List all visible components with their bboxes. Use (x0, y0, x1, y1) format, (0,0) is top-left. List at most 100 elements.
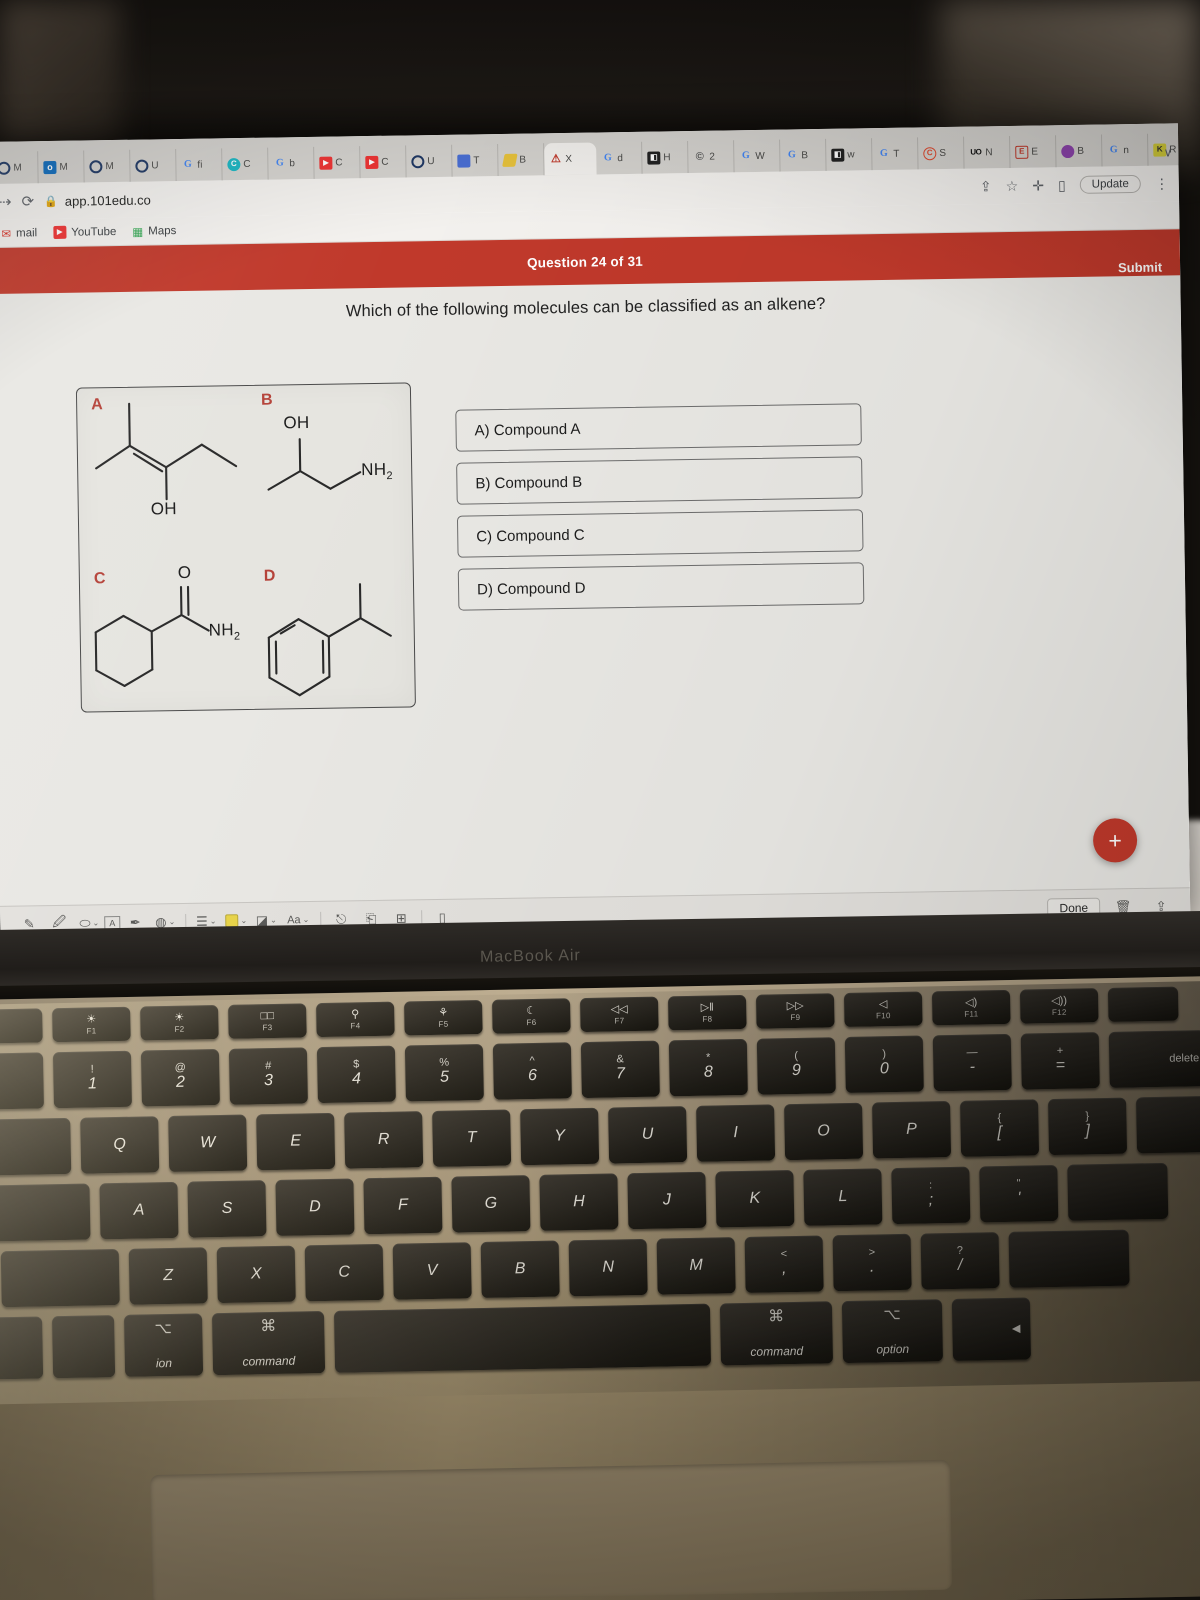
extensions-icon[interactable]: ✛ (1032, 177, 1044, 194)
key-semicolon[interactable]: :; (891, 1166, 971, 1225)
key-f4[interactable]: ⚲ F4 (316, 1001, 395, 1038)
key-arrow-left[interactable]: ◀ (951, 1297, 1032, 1362)
update-button[interactable]: Update (1079, 174, 1141, 194)
browser-tab[interactable]: CS (918, 136, 965, 170)
chrome-menu-icon[interactable]: ⋮ (1155, 175, 1169, 192)
key-5[interactable]: % 5 (404, 1043, 484, 1102)
key-f8[interactable]: ▷‖ F8 (667, 994, 747, 1031)
key-w[interactable]: W (168, 1114, 248, 1173)
key-tab[interactable] (0, 1117, 72, 1176)
browser-tab[interactable]: ▶ C (360, 145, 407, 179)
key-f2[interactable]: ☀ F2 (140, 1005, 219, 1041)
key-0[interactable]: ) 0 (844, 1035, 924, 1094)
key-a[interactable]: A (99, 1181, 179, 1240)
key-z[interactable]: Z (128, 1247, 208, 1305)
browser-tab[interactable]: ◧ w (826, 138, 873, 171)
key-f11[interactable]: ◁) F11 (931, 989, 1011, 1026)
key-8[interactable]: * 8 (668, 1038, 748, 1097)
browser-tab[interactable]: T (452, 143, 499, 177)
answer-option-b[interactable]: B) Compound B (456, 456, 863, 505)
key-capslock[interactable] (0, 1183, 91, 1242)
browser-tab[interactable]: U (130, 149, 177, 182)
key-f10[interactable]: ◁ F10 (843, 991, 923, 1028)
browser-tab[interactable]: B (1056, 134, 1103, 168)
key-f12[interactable]: ◁)) F12 (1019, 988, 1099, 1024)
browser-tab[interactable]: Gfi (176, 148, 223, 182)
chevron-down-icon[interactable]: ⌄ (303, 915, 310, 924)
key-shift-right[interactable] (1008, 1229, 1130, 1288)
key-bracket-left[interactable]: {[ (960, 1099, 1040, 1157)
key-u[interactable]: U (608, 1106, 688, 1164)
key-i[interactable]: I (696, 1104, 776, 1162)
browser-tab[interactable]: GW (734, 139, 781, 173)
add-button-fab[interactable]: + (1092, 818, 1138, 863)
key-period[interactable]: >. (832, 1233, 912, 1292)
key-h[interactable]: H (539, 1173, 619, 1231)
key-f3[interactable]: □□ F3 (228, 1003, 307, 1039)
key-b[interactable]: B (480, 1240, 560, 1299)
answer-option-a[interactable]: A) Compound A (455, 403, 862, 452)
bookmark-gmail[interactable]: ✉ mail (1, 226, 37, 241)
key-c[interactable]: C (304, 1243, 384, 1302)
key-quote[interactable]: " ' (979, 1164, 1059, 1223)
tab-search-chevron-icon[interactable]: ∨ (1163, 145, 1172, 159)
browser-tab[interactable]: M (0, 151, 39, 184)
browser-tab[interactable]: Gd (596, 141, 643, 175)
key-bracket-right[interactable]: }] (1048, 1097, 1128, 1156)
browser-tab[interactable]: B (498, 143, 545, 176)
browser-tab[interactable]: CC (222, 147, 269, 181)
key-9[interactable]: (9 (756, 1037, 836, 1095)
key-esc[interactable] (0, 1008, 43, 1044)
key-n[interactable]: N (568, 1238, 648, 1297)
key-slash[interactable]: ? / (920, 1232, 1000, 1290)
chevron-down-icon[interactable]: ⌄ (169, 917, 176, 926)
key-d[interactable]: D (275, 1178, 355, 1236)
key-delete[interactable]: delete (1108, 1030, 1200, 1088)
chevron-down-icon[interactable]: ⌄ (210, 917, 217, 926)
reload-icon[interactable]: ⟳ (21, 192, 34, 210)
key-g[interactable]: G (451, 1175, 531, 1233)
sidepanel-icon[interactable]: ▯ (1058, 177, 1066, 194)
key-comma[interactable]: <, (744, 1235, 824, 1293)
key-touchid[interactable] (1107, 986, 1179, 1022)
browser-tab[interactable]: EE (1010, 135, 1057, 168)
key-e[interactable]: E (256, 1112, 336, 1171)
browser-tab-active[interactable]: ⚠ X (544, 142, 597, 176)
key-command-right[interactable]: ⌘ command (719, 1301, 834, 1366)
key-v[interactable]: V (392, 1242, 472, 1300)
key-y[interactable]: Y (520, 1107, 600, 1166)
key-f6[interactable]: ☾ F6 (491, 998, 571, 1034)
star-icon[interactable]: ☆ (1006, 177, 1019, 194)
key-o[interactable]: O (784, 1102, 864, 1161)
key-p[interactable]: P (872, 1101, 952, 1159)
browser-tab[interactable]: © 2 (688, 140, 735, 173)
browser-tab[interactable]: Gn (1102, 133, 1149, 167)
key-backslash[interactable] (1135, 1095, 1200, 1154)
key-q[interactable]: Q (80, 1116, 160, 1174)
key-s[interactable]: S (187, 1180, 267, 1238)
key-6[interactable]: ^ 6 (492, 1042, 572, 1100)
trackpad[interactable] (150, 1459, 953, 1600)
key-control[interactable] (51, 1315, 116, 1379)
key-command-left[interactable]: ⌘ command (211, 1311, 326, 1376)
key-l[interactable]: L (803, 1168, 883, 1226)
back-arrow-icon[interactable]: ⇢ (0, 193, 12, 211)
bookmark-youtube[interactable]: ▶ YouTube (53, 225, 116, 239)
bookmark-maps[interactable]: ▦ Maps (132, 224, 176, 239)
key-j[interactable]: J (627, 1171, 707, 1230)
key-3[interactable]: #3 (228, 1047, 308, 1105)
key-backtick[interactable] (0, 1052, 45, 1110)
browser-tab[interactable]: GB (780, 138, 827, 172)
browser-tab[interactable]: U (406, 144, 453, 178)
browser-tab[interactable]: GT (872, 137, 919, 171)
key-minus[interactable]: — - (932, 1033, 1012, 1092)
key-fn[interactable] (0, 1316, 44, 1380)
browser-tab[interactable]: Gb (268, 146, 315, 180)
key-t[interactable]: T (432, 1109, 512, 1167)
key-f5[interactable]: ⚘ F5 (404, 999, 483, 1036)
key-f7[interactable]: ◁◁ F7 (579, 996, 659, 1033)
key-4[interactable]: $4 (316, 1045, 396, 1104)
key-x[interactable]: X (216, 1245, 296, 1304)
browser-tab[interactable]: ◧ H (642, 141, 689, 174)
chevron-down-icon[interactable]: ⌄ (92, 918, 99, 927)
